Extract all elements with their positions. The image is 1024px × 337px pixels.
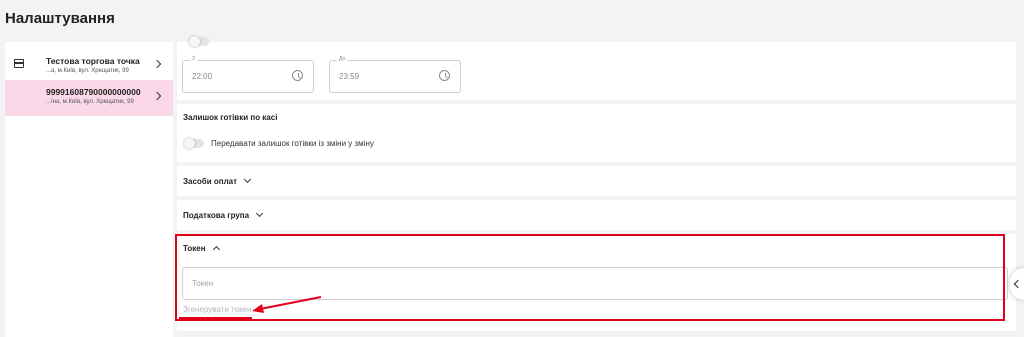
clock-icon[interactable] [439, 70, 450, 81]
time-from-label: З [190, 56, 198, 62]
cash-balance-card: Залишок готівки по касі Передавати залиш… [177, 104, 1016, 162]
time-to-field[interactable]: До 23:59 [329, 56, 461, 93]
page-title: Налаштування [5, 10, 115, 27]
store-address: ...а, м.Київ, вул. Хрещатик, 99 [46, 68, 129, 74]
store-item-1[interactable]: Тестова торгова точка ...а, м.Київ, вул.… [5, 44, 173, 80]
token-header[interactable]: Токен [183, 244, 220, 254]
time-from-field[interactable]: З 22:00 [182, 56, 314, 93]
clock-icon[interactable] [292, 70, 303, 81]
payment-methods-header[interactable]: Засоби оплат [183, 175, 252, 186]
store-icon [14, 59, 24, 68]
token-card: Токен Згенерувати токен [177, 234, 1016, 331]
store-name: Тестова торгова точка [46, 56, 140, 66]
tax-group-card[interactable]: Податкова група [177, 200, 1016, 230]
tax-group-header[interactable]: Податкова група [183, 209, 264, 220]
tax-group-title: Податкова група [183, 211, 250, 220]
store-address: ...їна, м.Київ, вул. Хрещатик, 99 [46, 99, 134, 105]
chevron-down-icon [244, 175, 252, 184]
schedule-card: З 22:00 До 23:59 [177, 36, 1016, 100]
time-from-value: 22:00 [192, 72, 213, 81]
store-item-2[interactable]: 99991608790000000000 ...їна, м.Київ, вул… [5, 80, 173, 116]
store-list: Тестова торгова точка ...а, м.Київ, вул.… [5, 42, 173, 337]
token-title: Токен [183, 244, 206, 253]
annotation-underline [179, 317, 252, 319]
generate-token-link[interactable]: Згенерувати токен [183, 305, 252, 314]
payment-methods-title: Засоби оплат [183, 177, 238, 186]
chevron-up-icon [212, 245, 220, 254]
chevron-right-icon [152, 59, 162, 69]
time-to-label: До [337, 56, 348, 62]
store-name: 99991608790000000000 [46, 87, 141, 97]
cash-balance-title: Залишок готівки по касі [183, 113, 278, 122]
payment-methods-card[interactable]: Засоби оплат [177, 166, 1016, 196]
cash-balance-toggle-label: Передавати залишок готівки із зміни у зм… [211, 139, 374, 148]
time-to-value: 23:59 [339, 72, 360, 81]
schedule-toggle[interactable] [189, 36, 209, 47]
cash-balance-toggle[interactable] [184, 138, 204, 149]
chevron-right-icon [152, 91, 162, 101]
chevron-down-icon [256, 209, 264, 218]
token-input[interactable] [182, 267, 1008, 300]
